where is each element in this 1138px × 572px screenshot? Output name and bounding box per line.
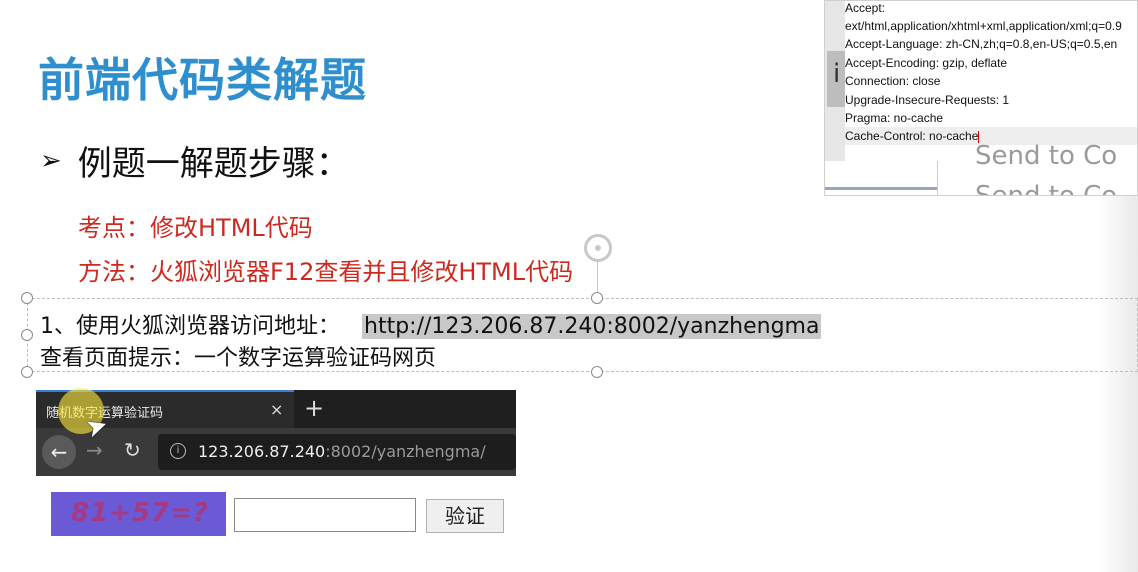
- headers-text-area[interactable]: Accept: ext/html,application/xhtml+xml,a…: [845, 1, 1137, 161]
- header-line: Accept-Language: zh-CN,zh;q=0.8,en-US;q=…: [845, 37, 1118, 51]
- resize-handle-bottom-left[interactable]: [21, 366, 33, 378]
- resize-handle-top-left[interactable]: [21, 292, 33, 304]
- header-line: Pragma: no-cache: [845, 111, 944, 125]
- rotate-handle-icon[interactable]: [584, 234, 612, 262]
- panel-bottom-bar: [825, 187, 937, 190]
- verify-button[interactable]: 验证: [426, 499, 504, 533]
- answer-input[interactable]: [234, 498, 416, 532]
- resize-handle-bottom-center[interactable]: [591, 366, 603, 378]
- bullet-text: 例题一解题步骤：: [77, 144, 350, 184]
- address-bar[interactable]: i 123.206.87.240:8002/yanzhengma/: [158, 434, 516, 470]
- address-url[interactable]: 123.206.87.240:8002/yanzhengma/: [198, 442, 486, 461]
- address-path: :8002/yanzhengma/: [325, 442, 486, 461]
- header-line: ext/html,application/xhtml+xml,applicati…: [845, 19, 1122, 33]
- panel-divider: [937, 161, 938, 195]
- header-line-last: Cache-Control: no-cache: [845, 129, 980, 143]
- header-line: Accept-Encoding: gzip, deflate: [845, 56, 1008, 70]
- reload-icon[interactable]: ↻: [124, 438, 141, 462]
- back-arrow-icon[interactable]: ←: [42, 435, 76, 469]
- tab-close-icon[interactable]: ×: [270, 400, 283, 419]
- resize-handle-middle-left[interactable]: [21, 329, 33, 341]
- bullet-arrow-icon: ➢: [40, 145, 62, 176]
- captcha-image: 81+57=?: [51, 492, 226, 536]
- send-to-menu-item[interactable]: Send to Co: [975, 181, 1117, 195]
- step-1-line[interactable]: 1、使用火狐浏览器访问地址： http://123.206.87.240:8002…: [40, 308, 822, 340]
- send-to-menu-item[interactable]: Send to Co: [975, 141, 1117, 171]
- method-line: 方法：火狐浏览器F12查看并且修改HTML代码: [78, 258, 574, 286]
- header-line: Upgrade-Insecure-Requests: 1: [845, 93, 1010, 107]
- captcha-text: 81+57=?: [71, 498, 210, 528]
- request-headers-panel: i Accept: ext/html,application/xhtml+xml…: [824, 0, 1138, 196]
- slide-title: 前端代码类解题: [38, 53, 367, 107]
- new-tab-icon[interactable]: +: [304, 394, 324, 422]
- info-icon[interactable]: i: [170, 443, 186, 459]
- header-line: Connection: close: [845, 74, 941, 88]
- resize-handle-top-center[interactable]: [591, 292, 603, 304]
- focus-line: 考点：修改HTML代码: [78, 214, 313, 242]
- address-host: 123.206.87.240: [198, 442, 326, 461]
- header-line: Accept:: [845, 1, 886, 15]
- step-2-line: 查看页面提示：一个数字运算验证码网页: [40, 346, 437, 371]
- header-line: Cache-Control: no-cache: [845, 129, 979, 143]
- step-1-url[interactable]: http://123.206.87.240:8002/yanzhengma: [362, 314, 822, 339]
- panel-left-char: i: [833, 59, 841, 89]
- bullet-heading: ➢ 例题一解题步骤：: [40, 136, 350, 185]
- step-1-text: 1、使用火狐浏览器访问地址：: [40, 314, 340, 339]
